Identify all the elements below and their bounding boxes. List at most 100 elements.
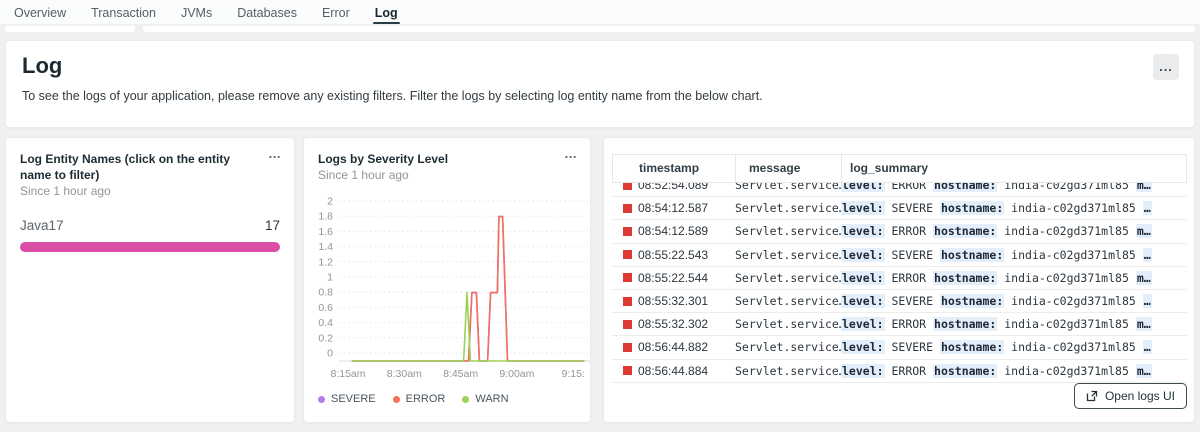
legend-dot-icon <box>318 396 325 403</box>
series-line-error <box>352 217 585 361</box>
log-summary-cell: level: SEVERE hostname: india-c02gd371ml… <box>841 294 1187 308</box>
time-range-label: Since 1 hour ago <box>318 168 409 182</box>
table-row[interactable]: 08:55:22.543Servlet.service…level: SEVER… <box>612 244 1187 267</box>
table-row[interactable]: 08:54:12.589 Servlet.service…level: ERROR… <box>612 220 1187 243</box>
ellipsis-icon: ... <box>269 146 281 161</box>
y-axis-tick-label: 0.2 <box>318 332 333 344</box>
column-header-log-summary[interactable]: log_summary <box>842 155 1186 182</box>
log-summary-cell: level: SEVERE hostname: india-c02gd371ml… <box>841 340 1187 354</box>
message-cell: Servlet.service… <box>735 224 841 238</box>
level-key-chip: level: <box>841 271 885 285</box>
column-header-message[interactable]: message <box>736 155 842 182</box>
log-summary-cell: level: ERROR hostname: india-c02gd371ml8… <box>841 183 1187 192</box>
series-line-severe <box>352 217 585 361</box>
entity-name-label[interactable]: Java17 <box>20 218 64 233</box>
page-title: Log <box>22 53 62 79</box>
timestamp-value: 08:56:44.884 <box>638 364 708 378</box>
ellipsis-icon: ... <box>565 146 577 161</box>
level-key-chip: level: <box>841 183 885 192</box>
table-row[interactable]: 08:56:44.882 Servlet.service…level: SEVER… <box>612 336 1187 359</box>
table-row[interactable]: 08:56:44.884Servlet.service…level: ERROR… <box>612 360 1187 383</box>
log-table-panel: timestamp message log_summary 08:52:54.0… <box>603 137 1195 423</box>
tab-transaction[interactable]: Transaction <box>91 0 156 25</box>
tab-error[interactable]: Error <box>322 0 350 25</box>
timestamp-value: 08:52:54.089 <box>638 183 708 192</box>
timestamp-value: 08:55:32.302 <box>638 317 708 331</box>
log-entity-names-panel: Log Entity Names (click on the entity na… <box>5 137 295 423</box>
legend-label: ERROR <box>406 393 446 405</box>
x-axis-tick-label: 8:45am <box>443 368 478 380</box>
scrolled-card-remnant-right <box>143 26 1195 32</box>
log-summary-cell: level: SEVERE hostname: india-c02gd371ml… <box>841 248 1187 262</box>
open-logs-ui-label: Open logs UI <box>1105 389 1175 403</box>
tab-jvms[interactable]: JVMs <box>181 0 212 25</box>
y-axis-tick-label: 2 <box>327 196 333 208</box>
y-axis-tick-label: 1 <box>327 272 333 284</box>
entity-panel-menu-button[interactable]: ... <box>269 146 281 161</box>
open-logs-ui-button[interactable]: Open logs UI <box>1074 383 1187 409</box>
y-axis-tick-label: 1.8 <box>318 211 333 223</box>
chart-legend: SEVERE ERROR WARN <box>318 393 509 405</box>
truncated-key-chip: … <box>1143 201 1152 215</box>
truncated-key-chip: m… <box>1136 183 1152 192</box>
timestamp-cell: 08:54:12.589 <box>612 224 735 238</box>
truncated-key-chip: m… <box>1136 271 1152 285</box>
message-cell: Servlet.service… <box>735 340 841 354</box>
timestamp-cell: 08:56:44.884 <box>612 364 735 378</box>
table-row[interactable]: 08:55:32.302Servlet.service…level: ERROR… <box>612 313 1187 336</box>
message-cell: Servlet.service… <box>735 364 841 378</box>
legend-dot-icon <box>462 396 469 403</box>
entity-bar-row: Java17 17 <box>20 218 280 252</box>
level-key-chip: level: <box>841 294 885 308</box>
external-link-icon <box>1086 390 1098 402</box>
column-header-timestamp[interactable]: timestamp <box>613 155 736 182</box>
tab-log[interactable]: Log <box>375 0 398 25</box>
panel-title: Log Entity Names (click on the entity na… <box>20 151 254 183</box>
message-cell: Servlet.service… <box>735 294 841 308</box>
tab-overview[interactable]: Overview <box>14 0 66 25</box>
log-level-marker-icon <box>623 366 632 375</box>
log-level-marker-icon <box>623 250 632 259</box>
truncated-key-chip: … <box>1143 294 1152 308</box>
hostname-key-chip: hostname: <box>940 248 1004 262</box>
table-row[interactable]: 08:52:54.089Servlet.service…level: ERROR… <box>612 183 1187 197</box>
message-cell: Servlet.service… <box>735 201 841 215</box>
timestamp-value: 08:56:44.882 <box>638 340 708 354</box>
timestamp-value: 08:55:32.301 <box>638 294 708 308</box>
truncated-key-chip: … <box>1143 340 1152 354</box>
hostname-key-chip: hostname: <box>940 340 1004 354</box>
timestamp-cell: 08:55:22.544 <box>612 271 735 285</box>
legend-item-error[interactable]: ERROR <box>393 393 446 405</box>
table-row[interactable]: 08:54:12.587Servlet.service…level: SEVER… <box>612 197 1187 220</box>
y-axis-tick-label: 0.6 <box>318 302 333 314</box>
truncated-key-chip: m… <box>1136 224 1152 238</box>
ellipsis-icon: ... <box>1159 59 1173 74</box>
timestamp-cell: 08:56:44.882 <box>612 340 735 354</box>
log-level-marker-icon <box>623 297 632 306</box>
table-row[interactable]: 08:55:32.301 Servlet.service…level: SEVER… <box>612 290 1187 313</box>
log-summary-cell: level: ERROR hostname: india-c02gd371ml8… <box>841 317 1187 331</box>
timestamp-cell: 08:55:32.301 <box>612 294 735 308</box>
x-axis-tick-label: 9:00am <box>499 368 534 380</box>
header-overflow-menu-button[interactable]: ... <box>1153 54 1179 80</box>
entity-count-value: 17 <box>265 218 280 233</box>
legend-item-severe[interactable]: SEVERE <box>318 393 376 405</box>
timestamp-value: 08:54:12.587 <box>638 201 708 215</box>
log-level-marker-icon <box>623 183 632 190</box>
tab-databases[interactable]: Databases <box>237 0 297 25</box>
legend-label: SEVERE <box>331 393 376 405</box>
tab-bar: Overview Transaction JVMs Databases Error Log <box>0 0 1200 24</box>
legend-item-warn[interactable]: WARN <box>462 393 508 405</box>
hostname-key-chip: hostname: <box>933 317 997 331</box>
logs-by-severity-panel: Logs by Severity Level ... Since 1 hour … <box>303 137 591 423</box>
severity-panel-menu-button[interactable]: ... <box>565 146 577 161</box>
timestamp-value: 08:54:12.589 <box>638 224 708 238</box>
y-axis-tick-label: 1.2 <box>318 256 333 268</box>
x-axis-tick-label: 9:15: <box>562 368 585 380</box>
truncated-key-chip: … <box>1143 248 1152 262</box>
table-row[interactable]: 08:55:22.544Servlet.service…level: ERROR… <box>612 267 1187 290</box>
y-axis-tick-label: 0 <box>327 348 333 360</box>
entity-bar[interactable] <box>20 242 280 252</box>
hostname-key-chip: hostname: <box>940 294 1004 308</box>
log-summary-cell: level: ERROR hostname: india-c02gd371ml8… <box>841 224 1187 238</box>
